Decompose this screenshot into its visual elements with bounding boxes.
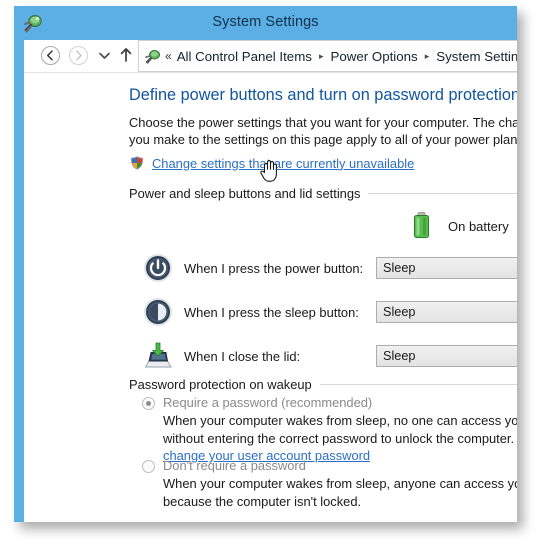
require-password-radio[interactable] [142, 397, 155, 410]
battery-icon [410, 211, 436, 241]
password-option-dont-require: Don't require a password When your compu… [142, 458, 517, 510]
chevron-down-icon [516, 351, 517, 362]
on-battery-column-header: On battery [410, 211, 509, 241]
page-description: Choose the power settings that you want … [129, 115, 517, 147]
dont-require-password-label: Don't require a password [163, 458, 306, 473]
sleep-button-label: When I press the sleep button: [184, 304, 359, 320]
sleep-button-value: Sleep [383, 305, 416, 319]
up-arrow-icon[interactable] [118, 45, 134, 65]
power-button-select[interactable]: Sleep [376, 257, 517, 279]
chevron-down-icon [516, 307, 517, 318]
setting-row-power-button: When I press the power button: Sleep [142, 251, 517, 285]
dont-require-password-description: When your computer wakes from sleep, any… [163, 476, 517, 509]
power-button-label: When I press the power button: [184, 260, 364, 276]
require-password-label: Require a password (recommended) [163, 395, 373, 410]
close-lid-label: When I close the lid: [184, 348, 301, 364]
power-group-label: Power and sleep buttons and lid settings [129, 186, 361, 201]
system-settings-window: System Settings « All Control Panel Item… [14, 6, 517, 522]
sleep-button-icon [142, 296, 174, 328]
breadcrumb-overflow[interactable]: « [165, 49, 172, 63]
chevron-down-icon[interactable] [96, 47, 113, 64]
laptop-lid-icon [142, 340, 174, 372]
require-password-radio-row[interactable]: Require a password (recommended) [142, 395, 517, 410]
require-password-description: When your computer wakes from sleep, no … [163, 412, 517, 465]
group-divider [319, 384, 517, 385]
close-lid-value: Sleep [383, 349, 416, 363]
close-lid-select[interactable]: Sleep [376, 345, 517, 367]
setting-row-close-lid: When I close the lid: Sleep [142, 339, 517, 373]
settings-content: Define power buttons and turn on passwor… [24, 73, 517, 522]
breadcrumb-item-system-settings[interactable]: System Settings [436, 49, 517, 64]
power-plug-icon [144, 48, 161, 65]
breadcrumb[interactable]: « All Control Panel Items ▸ Power Option… [138, 40, 517, 72]
window-titlebar: System Settings [14, 6, 517, 40]
uac-shield-icon [129, 155, 145, 171]
group-divider [368, 193, 517, 194]
password-option-require: Require a password (recommended) When yo… [142, 395, 517, 465]
navigation-bar: « All Control Panel Items ▸ Power Option… [24, 40, 517, 73]
window-title: System Settings [212, 14, 319, 30]
require-password-description-text: When your computer wakes from sleep, no … [163, 413, 517, 446]
back-arrow-icon[interactable] [41, 46, 60, 65]
power-group-header: Power and sleep buttons and lid settings [129, 186, 517, 201]
dont-require-password-radio[interactable] [142, 460, 155, 473]
breadcrumb-item-power-options[interactable]: Power Options [330, 49, 417, 64]
password-group-header: Password protection on wakeup [129, 377, 517, 392]
setting-row-sleep-button: When I press the sleep button: Sleep [142, 295, 517, 329]
password-group-label: Password protection on wakeup [129, 377, 312, 392]
page-title: Define power buttons and turn on passwor… [129, 86, 517, 104]
breadcrumb-separator-icon[interactable]: ▸ [319, 51, 324, 62]
power-button-value: Sleep [383, 261, 416, 275]
power-button-icon [142, 252, 174, 284]
on-battery-label: On battery [448, 218, 509, 234]
window-client-area: « All Control Panel Items ▸ Power Option… [24, 40, 517, 522]
breadcrumb-item-all-control-panel-items[interactable]: All Control Panel Items [177, 49, 312, 64]
forward-arrow-icon [69, 46, 88, 65]
change-settings-link[interactable]: Change settings that are currently unava… [152, 156, 414, 171]
change-settings-link-row[interactable]: Change settings that are currently unava… [129, 155, 414, 171]
sleep-button-select[interactable]: Sleep [376, 301, 517, 323]
breadcrumb-separator-icon[interactable]: ▸ [425, 51, 430, 62]
dont-require-password-radio-row[interactable]: Don't require a password [142, 458, 517, 473]
chevron-down-icon [516, 263, 517, 274]
